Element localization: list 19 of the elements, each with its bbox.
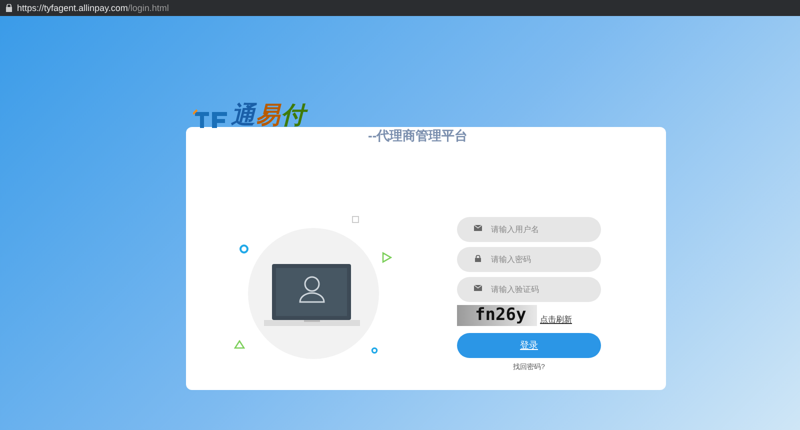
circle-decoration-icon xyxy=(371,347,378,354)
play-triangle-icon xyxy=(382,252,392,263)
logo-text: 通易付 xyxy=(231,104,306,128)
subtitle: --代理商管理平台 xyxy=(368,127,468,145)
logo-mark-icon xyxy=(193,108,229,128)
triangle-decoration-icon xyxy=(234,340,245,349)
square-decoration-icon xyxy=(352,216,359,223)
input-field[interactable]: 请输入用户名 xyxy=(457,217,601,242)
input-field[interactable]: 请输入验证码 xyxy=(457,277,601,302)
refresh-link[interactable]: 点击刷新 xyxy=(540,314,572,326)
input-field[interactable]: 请输入密码 xyxy=(457,247,601,272)
mail-icon xyxy=(474,225,482,232)
circle-decoration-icon xyxy=(239,244,249,254)
mail-icon xyxy=(474,285,482,292)
lock-icon xyxy=(474,255,482,262)
captcha-image: fn26y xyxy=(457,305,537,326)
lock-icon xyxy=(6,4,12,12)
laptop-user-icon xyxy=(264,264,360,326)
address-bar[interactable]: https://tyfagent.allinpay.com/login.html xyxy=(17,4,169,12)
